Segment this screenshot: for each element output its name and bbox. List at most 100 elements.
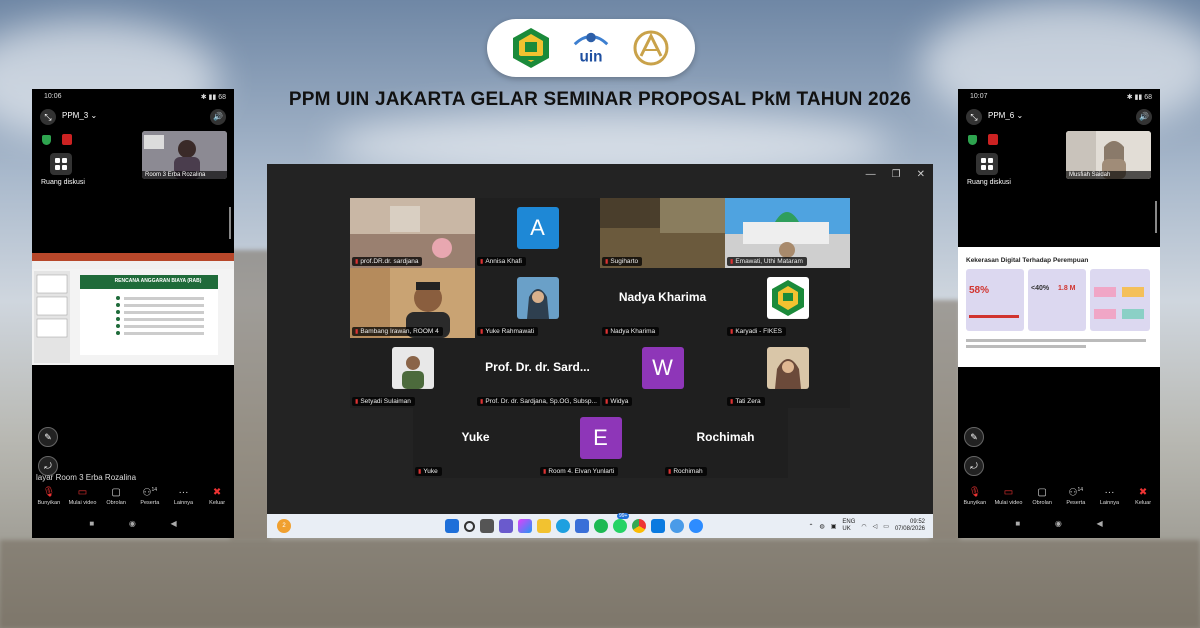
minimize-icon[interactable]: ⤡ [40, 109, 56, 125]
back-icon[interactable]: ◀ [1097, 519, 1103, 528]
meeting-window: — ❐ ✕ prof.DR.dr. sardjana A Annisa Khaf… [267, 164, 933, 538]
tray-chevron-icon[interactable]: ⌃ [808, 523, 813, 530]
spotify-icon[interactable] [594, 519, 608, 533]
logo-pill: uin [487, 19, 695, 77]
participant-tile[interactable]: Rochimah Rochimah [663, 408, 788, 478]
mute-button[interactable]: 🎙 Bunyikan [959, 487, 991, 506]
android-nav: ■ ◉ ◀ [958, 519, 1160, 528]
breakout-room-button[interactable] [976, 153, 998, 175]
shield-icon [42, 135, 51, 145]
close-window-icon[interactable]: ✕ [917, 169, 925, 180]
shared-screen: Kekerasan Digital Terhadap Perempuan 58%… [958, 247, 1160, 367]
participant-tile[interactable]: Bambang Irawan, ROOM 4 [350, 268, 475, 338]
zoom-icon[interactable] [689, 519, 703, 533]
participant-tile[interactable]: Sugiharto [600, 198, 725, 268]
file-explorer-icon[interactable] [537, 519, 551, 533]
participant-tile[interactable]: Tati Zera [725, 338, 850, 408]
start-icon[interactable] [445, 519, 459, 533]
more-button[interactable]: ··· Lainnya [1093, 487, 1125, 506]
back-icon[interactable]: ◀ [171, 519, 177, 528]
tray-app-icon[interactable]: ▣ [831, 523, 837, 530]
participant-tile[interactable]: Karyadi - FIKES [725, 268, 850, 338]
leave-icon: ✖ [1138, 487, 1148, 498]
minimize-icon[interactable]: ⤡ [966, 109, 982, 125]
room-name[interactable]: PPM_6 ⌄ [988, 111, 1023, 120]
participant-tile[interactable]: Setyadi Sulaiman [350, 338, 475, 408]
edge-icon[interactable] [556, 519, 570, 533]
participants-button[interactable]: ⚇14 Peserta [134, 487, 166, 506]
avatar: E [579, 416, 622, 459]
copilot-icon[interactable] [518, 519, 532, 533]
taskbar-apps: 99+ [445, 513, 703, 533]
maximize-window-icon[interactable]: ❐ [892, 169, 901, 180]
home-icon[interactable]: ◉ [1055, 519, 1062, 528]
whatsapp-icon[interactable]: 99+ [613, 513, 630, 533]
minimize-window-icon[interactable]: — [866, 169, 876, 180]
pen-icon[interactable]: ✎ [964, 427, 984, 447]
speaker-icon[interactable]: 🔊 [1136, 109, 1152, 125]
participants-button[interactable]: ⚇14 Peserta [1060, 487, 1092, 506]
language-indicator[interactable]: ENG UK [842, 519, 855, 533]
search-icon[interactable] [464, 520, 475, 532]
participant-tile[interactable]: A Annisa Khafi [475, 198, 600, 268]
video-off-icon: ▭ [1003, 487, 1014, 498]
weather-icon[interactable]: 2 [277, 519, 291, 533]
participant-tile[interactable]: Nadya Kharima Nadya Kharima [600, 268, 725, 338]
leave-button[interactable]: ✖ Keluar [1127, 487, 1159, 506]
video-off-icon: ▭ [77, 487, 88, 498]
participant-tile[interactable]: prof.DR.dr. sardjana [350, 198, 475, 268]
stat-less: <40% [1031, 285, 1050, 292]
home-icon[interactable]: ◉ [129, 519, 136, 528]
headline: PPM UIN JAKARTA GELAR SEMINAR PROPOSAL P… [288, 89, 912, 110]
scrollbar[interactable] [229, 207, 231, 239]
mail-icon[interactable] [651, 519, 665, 533]
participant-tile[interactable]: Yuke Rahmawati [475, 268, 600, 338]
chat-button[interactable]: ▢ Obrolan [1026, 487, 1058, 506]
participant-tile[interactable]: E Room 4. Elvan Yunlarti [538, 408, 663, 478]
breakout-room-button[interactable] [50, 153, 72, 175]
control-bar: 🎙 Bunyikan ▭ Mulai video ▢ Obrolan ⚇14 Peser… [32, 487, 234, 506]
left-phone-screen: 10:06 ✱ ▮▮ 68 ⤡ PPM_3 ⌄ 🔊 Ruang diskusi … [32, 89, 234, 538]
recents-icon[interactable]: ■ [89, 519, 94, 528]
status-battery: ✱ ▮▮ 68 [1126, 94, 1152, 101]
shared-screen: RENCANA ANGGARAN BIAYA (RAB) [32, 253, 234, 365]
participant-name: Yuke [415, 467, 442, 476]
participant-tile[interactable]: Yuke Yuke [413, 408, 538, 478]
participant-name: Rochimah [665, 467, 707, 476]
leave-button[interactable]: ✖ Keluar [201, 487, 233, 506]
battery-icon[interactable]: ▭ [883, 523, 889, 530]
video-button[interactable]: ▭ Mulai video [992, 487, 1024, 506]
window-controls: — ❐ ✕ [866, 169, 925, 180]
self-video-thumbnail[interactable]: Musfiah Saidah [1066, 131, 1151, 179]
wifi-icon[interactable]: ◠ [861, 523, 866, 530]
participant-name: Annisa Khafi [477, 257, 526, 266]
chrome-icon[interactable] [632, 519, 646, 533]
mute-button[interactable]: 🎙 Bunyikan [33, 487, 65, 506]
participant-display-name: Prof. Dr. dr. Sard... [485, 360, 590, 374]
self-video-thumbnail[interactable]: Room 3 Erba Rozalina [142, 131, 227, 179]
tray-app-icon[interactable]: ◍ [819, 523, 824, 530]
store-icon[interactable] [575, 519, 589, 533]
participant-tile[interactable]: Prof. Dr. dr. Sard... Prof. Dr. dr. Sard… [475, 338, 600, 408]
recents-icon[interactable]: ■ [1015, 519, 1020, 528]
participant-tile-speaking[interactable]: Emawati, Uthi Mataram [725, 198, 850, 268]
chat-button[interactable]: ▢ Obrolan [100, 487, 132, 506]
app-icon[interactable] [670, 519, 684, 533]
participant-tile[interactable]: W Widya [600, 338, 725, 408]
room-name[interactable]: PPM_3 ⌄ [62, 111, 97, 120]
avatar: W [641, 346, 684, 389]
scrollbar[interactable] [1155, 201, 1157, 233]
pen-icon[interactable]: ✎ [38, 427, 58, 447]
volume-icon[interactable]: ◁ [873, 523, 878, 530]
task-view-icon[interactable] [480, 519, 494, 533]
windows-taskbar: 2 99+ ⌃ ◍ ▣ ENG UK ◠ ◁ ▭ 09:52 07/08/2026 [267, 513, 933, 538]
speaker-icon[interactable]: 🔊 [210, 109, 226, 125]
video-button[interactable]: ▭ Mulai video [66, 487, 98, 506]
breakout-room-label: Ruang diskusi [41, 179, 85, 186]
teams-icon[interactable] [499, 519, 513, 533]
participant-name: prof.DR.dr. sardjana [352, 257, 423, 266]
chat-icon: ▢ [1037, 487, 1047, 498]
clock[interactable]: 09:52 07/08/2026 [895, 519, 925, 533]
rotate-icon[interactable]: ⤾ [964, 456, 984, 476]
more-button[interactable]: ··· Lainnya [167, 487, 199, 506]
